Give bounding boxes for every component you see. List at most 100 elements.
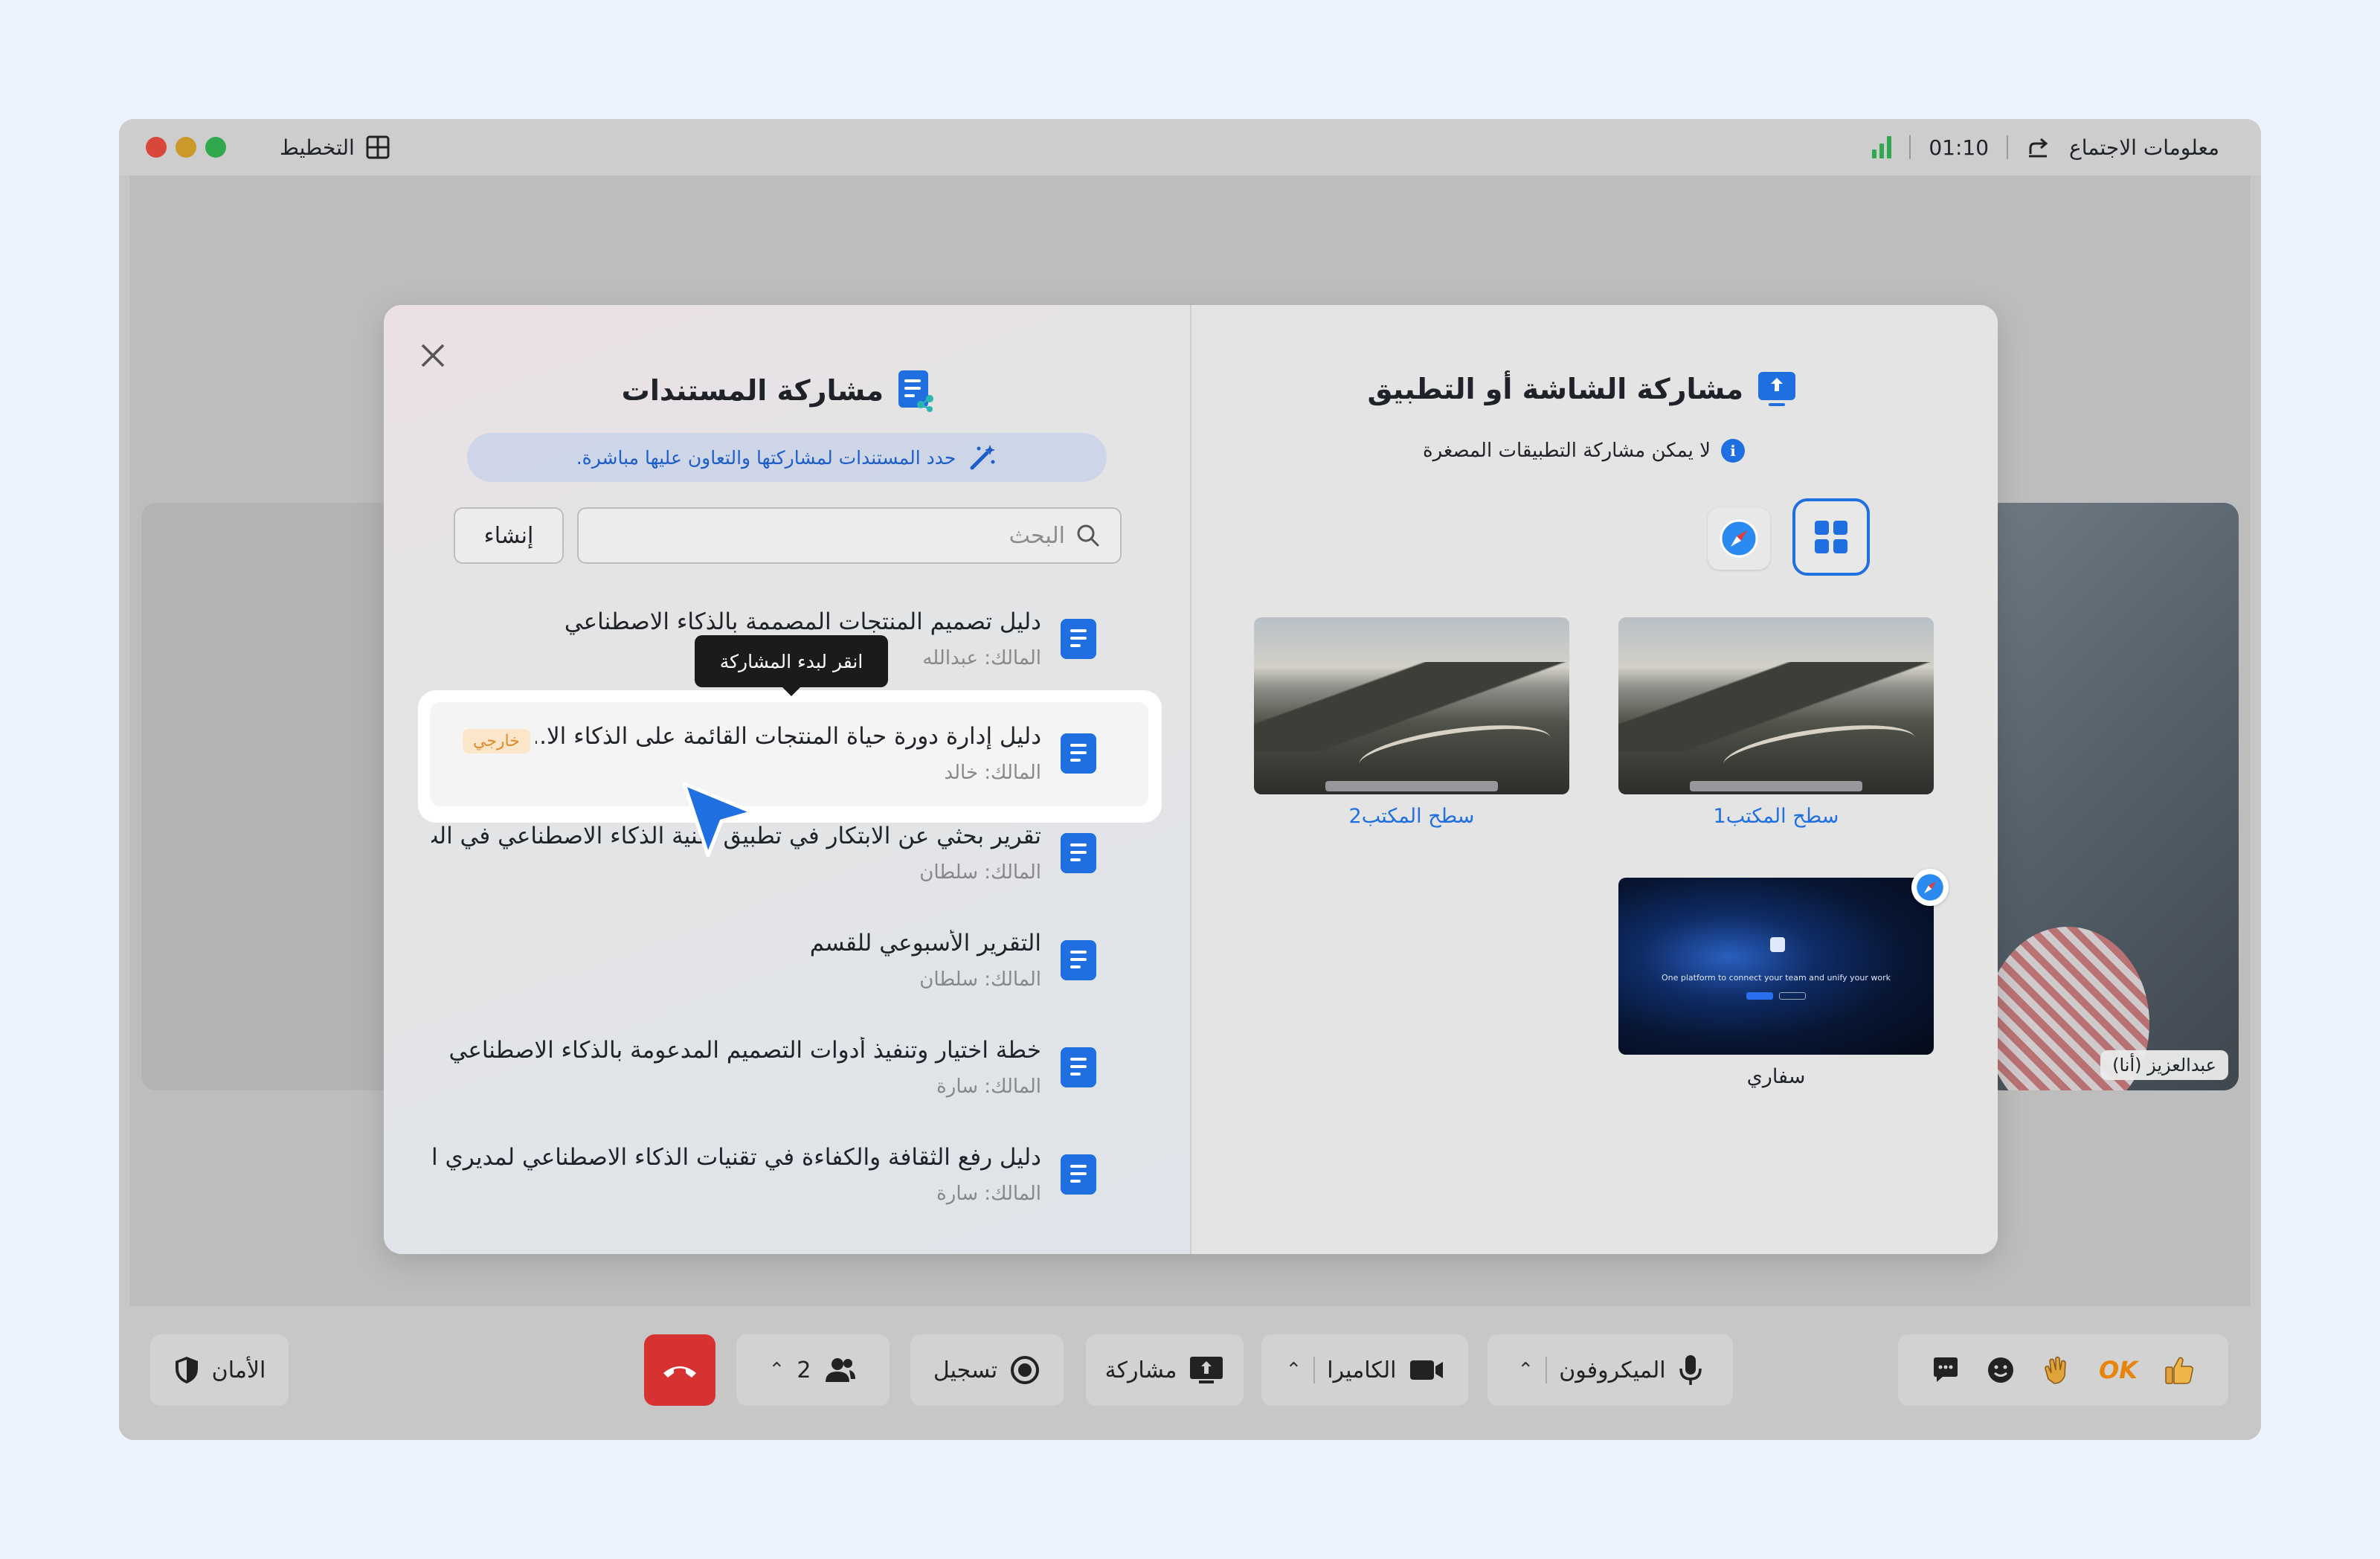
document-icon <box>1061 733 1096 774</box>
signal-strength-icon <box>1872 136 1892 158</box>
document-share-panel: مشاركة المستندات حدد المستندات لمشاركتها… <box>384 305 1190 1254</box>
select-documents-banner: حدد المستندات لمشاركتها والتعاون عليها م… <box>467 433 1107 482</box>
banner-text: حدد المستندات لمشاركتها والتعاون عليها م… <box>576 446 956 469</box>
grid-layout-icon <box>366 135 390 159</box>
safari-hero-text: One platform to connect your team and un… <box>1661 973 1891 983</box>
search-input[interactable] <box>619 522 1065 549</box>
hang-up-icon <box>663 1366 696 1378</box>
info-icon: i <box>1721 439 1745 463</box>
meeting-toolbar: الأمان ⌃ 2 تسجيل مشاركة ⌃ الكاميرا ⌃ الم… <box>119 1306 2261 1440</box>
participants-count: 2 <box>797 1357 811 1383</box>
divider <box>1313 1357 1316 1383</box>
close-icon[interactable] <box>416 339 449 372</box>
document-item[interactable]: تقرير بحثي عن الابتكار في تطبيق تقنية ال… <box>416 802 1160 906</box>
document-title: دليل إدارة دورة حياة المنتجات القائمة عل… <box>536 723 1041 750</box>
clap-icon[interactable] <box>2041 1354 2074 1386</box>
search-field[interactable] <box>577 507 1122 564</box>
share-screen-button[interactable]: مشاركة <box>1086 1334 1244 1406</box>
meeting-status: 01:10 معلومات الاجتماع <box>1872 131 2219 164</box>
shield-icon <box>175 1357 198 1383</box>
mini-apps-note-text: لا يمكن مشاركة التطبيقات المصغرة <box>1422 440 1711 462</box>
mini-apps-note: i لا يمكن مشاركة التطبيقات المصغرة <box>1423 439 1745 463</box>
document-title: دليل رفع الثقافة والكفاءة في تقنيات الذك… <box>431 1144 1041 1171</box>
chevron-up-icon[interactable]: ⌃ <box>1286 1359 1302 1381</box>
create-document-button[interactable]: إنشاء <box>454 507 564 564</box>
emoji-icon[interactable] <box>1986 1355 2016 1385</box>
desktop-preview <box>1618 617 1934 794</box>
document-owner: المالك: سلطان <box>919 968 1041 991</box>
end-call-button[interactable] <box>644 1334 715 1406</box>
screen-thumbnail[interactable]: سطح المكتب2 <box>1254 617 1569 828</box>
record-button[interactable]: تسجيل <box>910 1334 1064 1406</box>
document-item[interactable]: التقرير الأسبوعي للقسم المالك: سلطان <box>416 909 1160 1013</box>
microphone-label: الميكروفون <box>1559 1357 1666 1383</box>
title-bar: التخطيط 01:10 معلومات الاجتماع <box>119 119 2261 176</box>
safari-window-preview: One platform to connect your team and un… <box>1618 878 1934 1055</box>
divider <box>1546 1357 1548 1383</box>
security-label: الأمان <box>211 1357 266 1383</box>
participants-icon <box>826 1358 856 1382</box>
search-icon <box>1077 524 1099 547</box>
screen-thumbnail[interactable]: سطح المكتب1 <box>1618 617 1934 828</box>
document-icon <box>1061 940 1096 980</box>
maximize-window-button[interactable] <box>205 137 226 158</box>
share-screen-icon <box>1190 1357 1223 1383</box>
document-item[interactable]: خطة اختيار وتنفيذ أدوات التصميم المدعومة… <box>416 1016 1160 1120</box>
screen-share-title: مشاركة الشاشة أو التطبيق <box>1367 369 1797 409</box>
document-owner: المالك: خالد <box>944 762 1041 784</box>
meeting-info-link[interactable]: معلومات الاجتماع <box>2069 135 2219 160</box>
camera-button[interactable]: ⌃ الكاميرا <box>1261 1334 1468 1406</box>
safari-compass-icon <box>1720 519 1758 558</box>
screen-share-title-text: مشاركة الشاشة أو التطبيق <box>1367 373 1743 405</box>
microphone-icon <box>1679 1355 1702 1385</box>
layout-button[interactable]: التخطيط <box>280 131 390 164</box>
ok-reaction-icon[interactable]: OK <box>2099 1356 2138 1384</box>
self-video-tile: عبدالعزيز (أنا) <box>1986 503 2239 1090</box>
screen-share-icon <box>1758 372 1795 406</box>
minimize-window-button[interactable] <box>176 137 196 158</box>
close-window-button[interactable] <box>146 137 167 158</box>
document-title: دليل تصميم المنتجات المصممة بالذكاء الاص… <box>564 608 1041 635</box>
app-thumbnail[interactable]: One platform to connect your team and un… <box>1618 869 1949 1088</box>
record-icon <box>1011 1356 1040 1384</box>
camera-icon <box>1409 1360 1443 1380</box>
participants-button[interactable]: ⌃ 2 <box>736 1334 890 1406</box>
document-owner: المالك: عبدالله <box>922 647 1041 669</box>
share-label: مشاركة <box>1104 1357 1177 1383</box>
document-share-icon <box>898 370 933 412</box>
screen-label: سطح المكتب2 <box>1348 805 1475 828</box>
all-windows-tab[interactable] <box>1792 498 1870 576</box>
screen-share-panel: مشاركة الشاشة أو التطبيق i لا يمكن مشارك… <box>1191 305 1998 1254</box>
apps-grid-icon <box>1815 521 1847 553</box>
document-icon <box>1061 619 1096 659</box>
share-link-icon[interactable] <box>2026 135 2051 160</box>
document-item[interactable]: دليل رفع الثقافة والكفاءة في تقنيات الذك… <box>416 1123 1160 1227</box>
magic-wand-icon <box>970 445 996 470</box>
chevron-up-icon[interactable]: ⌃ <box>769 1359 785 1381</box>
thumbs-up-icon[interactable] <box>2163 1354 2196 1386</box>
divider <box>1909 135 1911 159</box>
meeting-timer: 01:10 <box>1929 135 1990 160</box>
safari-tab[interactable] <box>1708 507 1770 570</box>
document-item-selected[interactable]: دليل إدارة دورة حياة المنتجات القائمة عل… <box>430 702 1148 806</box>
share-dialog: مشاركة المستندات حدد المستندات لمشاركتها… <box>384 305 1998 1254</box>
microphone-button[interactable]: ⌃ الميكروفون <box>1488 1334 1733 1406</box>
participant-video-tile <box>141 503 394 1090</box>
camera-label: الكاميرا <box>1327 1357 1397 1383</box>
desktop-preview <box>1254 617 1569 794</box>
document-owner: المالك: سارة <box>936 1183 1041 1205</box>
document-share-title-text: مشاركة المستندات <box>621 374 884 407</box>
start-sharing-tooltip: انقر لبدء المشاركة <box>695 635 888 696</box>
chat-icon[interactable] <box>1931 1355 1961 1385</box>
record-label: تسجيل <box>933 1357 998 1383</box>
external-badge: خارجي <box>463 729 530 753</box>
document-title: خطة اختيار وتنفيذ أدوات التصميم المدعومة… <box>448 1037 1041 1064</box>
app-label: سفاري <box>1746 1065 1806 1088</box>
layout-label: التخطيط <box>280 135 355 160</box>
participant-name-tag: عبدالعزيز (أنا) <box>2100 1050 2228 1080</box>
chevron-up-icon[interactable]: ⌃ <box>1517 1359 1534 1381</box>
document-icon <box>1061 1154 1096 1195</box>
divider <box>2007 135 2009 159</box>
security-button[interactable]: الأمان <box>150 1334 289 1406</box>
document-icon <box>1061 833 1096 873</box>
